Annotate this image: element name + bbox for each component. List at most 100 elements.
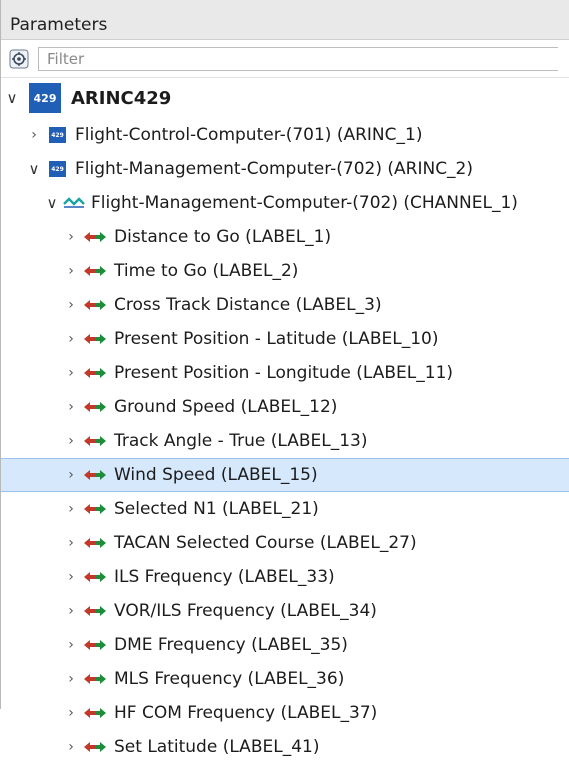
tree-item-label-row[interactable]: › MLS Frequency (LABEL_36) xyxy=(1,662,569,696)
panel-title: Parameters xyxy=(1,0,569,40)
chevron-right-icon[interactable]: › xyxy=(64,331,78,347)
chevron-right-icon[interactable]: › xyxy=(64,467,78,483)
label-wrap: Track Angle - True (LABEL_13) xyxy=(114,431,367,451)
bidirectional-arrow-icon xyxy=(84,639,106,651)
tree-item-label-row[interactable]: › Set Latitude (LABEL_41) xyxy=(1,730,569,764)
tree-item-label-row[interactable]: › Present Position - Longitude (LABEL_11) xyxy=(1,356,569,390)
tree-item-label: VOR/ILS Frequency (LABEL_34) xyxy=(114,601,377,621)
label-wrap: HF COM Frequency (LABEL_37) xyxy=(114,703,377,723)
filter-bar xyxy=(1,40,569,78)
tree-item-label-row[interactable]: › Present Position - Latitude (LABEL_10) xyxy=(1,322,569,356)
label-wrap: Distance to Go (LABEL_1) xyxy=(114,227,331,247)
tree-item-label: Selected N1 (LABEL_21) xyxy=(114,499,319,519)
chevron-right-icon[interactable]: › xyxy=(64,569,78,585)
tree-item-label: TACAN Selected Course (LABEL_27) xyxy=(114,533,417,553)
tree-item-label-row[interactable]: › Selected N1 (LABEL_21) xyxy=(1,492,569,526)
tree-item-label: DME Frequency (LABEL_35) xyxy=(114,635,348,655)
chevron-right-icon[interactable]: › xyxy=(64,229,78,245)
tree-item-label: Time to Go (LABEL_2) xyxy=(114,261,299,281)
chevron-down-icon[interactable]: ∨ xyxy=(45,194,59,212)
label-wrap: Cross Track Distance (LABEL_3) xyxy=(114,295,382,315)
bidirectional-arrow-icon xyxy=(84,333,106,345)
tree-item-label-row[interactable]: › Time to Go (LABEL_2) xyxy=(1,254,569,288)
tree-item-label: Ground Speed (LABEL_12) xyxy=(114,397,338,417)
arinc429-icon: 429 xyxy=(49,127,66,143)
channel-icon xyxy=(63,194,85,213)
tree-item-label: Flight-Control-Computer-(701) (ARINC_1) xyxy=(75,125,423,145)
arinc429-icon: 429 xyxy=(49,161,66,177)
tree-item-label: Wind Speed (LABEL_15) xyxy=(114,465,318,485)
tree-item-label-row[interactable]: › Ground Speed (LABEL_12) xyxy=(1,390,569,424)
tree-item-label-row[interactable]: › HF COM Frequency (LABEL_37) xyxy=(1,696,569,730)
tree-item-computer[interactable]: › 429 Flight-Control-Computer-(701) (ARINC… xyxy=(1,118,569,152)
bidirectional-arrow-icon xyxy=(84,401,106,413)
chevron-right-icon[interactable]: › xyxy=(64,365,78,381)
tree-item-computer[interactable]: ∨ 429 Flight-Management-Computer-(702) (AR… xyxy=(1,152,569,186)
bidirectional-arrow-icon xyxy=(84,231,106,243)
label-wrap: Ground Speed (LABEL_12) xyxy=(114,397,337,417)
tree-root-arinc429[interactable]: ∨ 429 ARINC429 xyxy=(1,78,569,118)
tree-item-label-row[interactable]: › TACAN Selected Course (LABEL_27) xyxy=(1,526,569,560)
bidirectional-arrow-icon xyxy=(84,741,106,753)
bidirectional-arrow-icon xyxy=(84,367,106,379)
bidirectional-arrow-icon xyxy=(84,435,106,447)
chevron-right-icon[interactable]: › xyxy=(64,501,78,517)
bidirectional-arrow-icon xyxy=(84,571,106,583)
chevron-right-icon[interactable]: › xyxy=(64,433,78,449)
tree-item-label: ARINC429 xyxy=(71,87,172,109)
label-wrap: Selected N1 (LABEL_21) xyxy=(114,499,319,519)
tree-item-label-row[interactable]: › VOR/ILS Frequency (LABEL_34) xyxy=(1,594,569,628)
label-wrap: DME Frequency (LABEL_35) xyxy=(114,635,348,655)
bidirectional-arrow-icon xyxy=(84,503,106,515)
filter-input[interactable] xyxy=(38,46,558,71)
chevron-right-icon[interactable]: › xyxy=(64,739,78,755)
filter-settings-icon[interactable] xyxy=(8,48,30,70)
bidirectional-arrow-icon xyxy=(84,605,106,617)
selected-highlight: Wind Speed (LABEL_15) xyxy=(114,465,318,485)
chevron-right-icon[interactable]: › xyxy=(27,127,41,143)
tree-item-label: Present Position - Latitude (LABEL_10) xyxy=(114,329,439,349)
tree-item-label: Track Angle - True (LABEL_13) xyxy=(114,431,368,451)
tree-item-label: HF COM Frequency (LABEL_37) xyxy=(114,703,378,723)
tree-item-label-row-selected[interactable]: › Wind Speed (LABEL_15) xyxy=(1,458,569,492)
tree-item-label-row[interactable]: › Distance to Go (LABEL_1) xyxy=(1,220,569,254)
tree-item-label: MLS Frequency (LABEL_36) xyxy=(114,669,345,689)
tree-item-label-row[interactable]: › DME Frequency (LABEL_35) xyxy=(1,628,569,662)
chevron-down-icon[interactable]: ∨ xyxy=(5,89,19,107)
chevron-right-icon[interactable]: › xyxy=(64,603,78,619)
tree-item-label: ILS Frequency (LABEL_33) xyxy=(114,567,335,587)
bidirectional-arrow-icon xyxy=(84,299,106,311)
bidirectional-arrow-icon xyxy=(84,265,106,277)
chevron-right-icon[interactable]: › xyxy=(64,637,78,653)
bidirectional-arrow-icon xyxy=(84,673,106,685)
tree-item-label: Flight-Management-Computer-(702) (CHANNE… xyxy=(91,193,518,213)
tree-item-label-row[interactable]: › Track Angle - True (LABEL_13) xyxy=(1,424,569,458)
chevron-down-icon[interactable]: ∨ xyxy=(27,160,41,178)
tree-item-label-row[interactable]: › Cross Track Distance (LABEL_3) xyxy=(1,288,569,322)
label-wrap: ILS Frequency (LABEL_33) xyxy=(114,567,335,587)
label-wrap: Present Position - Latitude (LABEL_10) xyxy=(114,329,438,349)
chevron-right-icon[interactable]: › xyxy=(64,671,78,687)
chevron-right-icon[interactable]: › xyxy=(64,705,78,721)
arinc429-icon: 429 xyxy=(29,83,61,113)
tree-item-label: Distance to Go (LABEL_1) xyxy=(114,227,332,247)
chevron-right-icon[interactable]: › xyxy=(64,297,78,313)
chevron-right-icon[interactable]: › xyxy=(64,263,78,279)
bidirectional-arrow-icon xyxy=(84,537,106,549)
bidirectional-arrow-icon xyxy=(84,469,106,481)
tree-item-channel[interactable]: ∨ Flight-Management-Computer-(702) (CHANN… xyxy=(1,186,569,220)
chevron-right-icon[interactable]: › xyxy=(64,399,78,415)
label-wrap: VOR/ILS Frequency (LABEL_34) xyxy=(114,601,377,621)
tree-item-label: Cross Track Distance (LABEL_3) xyxy=(114,295,382,315)
label-wrap: Set Latitude (LABEL_41) xyxy=(114,737,319,757)
label-wrap: Present Position - Longitude (LABEL_11) xyxy=(114,363,453,383)
tree-item-label: Set Latitude (LABEL_41) xyxy=(114,737,320,757)
label-wrap: MLS Frequency (LABEL_36) xyxy=(114,669,344,689)
tree-item-label: Present Position - Longitude (LABEL_11) xyxy=(114,363,454,383)
tree-item-label: Flight-Management-Computer-(702) (ARINC_… xyxy=(75,159,474,179)
label-wrap: TACAN Selected Course (LABEL_27) xyxy=(114,533,417,553)
chevron-right-icon[interactable]: › xyxy=(64,535,78,551)
parameters-panel: Parameters ∨ 429 ARINC429 › 429 Flight-Contro… xyxy=(0,0,569,757)
tree-item-label-row[interactable]: › ILS Frequency (LABEL_33) xyxy=(1,560,569,594)
label-wrap: Time to Go (LABEL_2) xyxy=(114,261,298,281)
